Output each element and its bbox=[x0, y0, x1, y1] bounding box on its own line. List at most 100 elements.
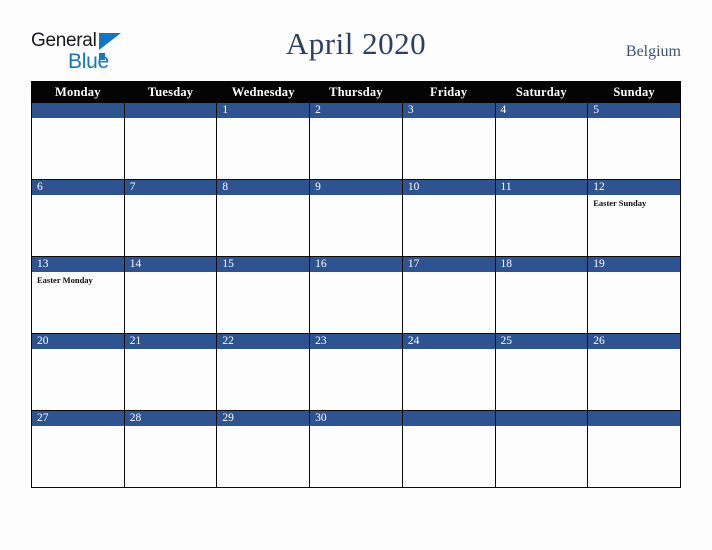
calendar-day-cell[interactable]: 16 bbox=[309, 256, 403, 334]
calendar-day-cell[interactable]: 20 bbox=[31, 333, 125, 411]
calendar-day-cell[interactable]: 23 bbox=[309, 333, 403, 411]
day-number bbox=[588, 411, 680, 426]
day-body[interactable] bbox=[125, 118, 217, 179]
calendar-day-cell[interactable]: 3 bbox=[401, 102, 496, 180]
calendar-day-cell[interactable] bbox=[401, 410, 496, 488]
day-body[interactable] bbox=[217, 118, 309, 179]
day-body[interactable] bbox=[588, 426, 680, 487]
day-number bbox=[402, 411, 495, 426]
day-body[interactable] bbox=[125, 426, 217, 487]
day-number: 3 bbox=[402, 103, 495, 118]
day-body[interactable] bbox=[217, 272, 309, 333]
day-number: 8 bbox=[217, 180, 310, 195]
calendar-week-row: 1 2 3 4 5 bbox=[31, 102, 681, 180]
calendar-day-cell[interactable]: 12 Easter Sunday bbox=[587, 179, 681, 257]
calendar-day-cell[interactable]: 10 bbox=[401, 179, 496, 257]
day-number: 7 bbox=[124, 180, 217, 195]
day-body[interactable] bbox=[32, 349, 124, 410]
day-body[interactable] bbox=[32, 426, 124, 487]
day-number: 11 bbox=[495, 180, 588, 195]
day-number: 17 bbox=[402, 257, 495, 272]
day-body[interactable]: Easter Sunday bbox=[588, 195, 680, 256]
calendar-day-cell[interactable]: 11 bbox=[494, 179, 589, 257]
calendar-day-cell[interactable]: 4 bbox=[494, 102, 589, 180]
calendar-day-cell[interactable]: 6 bbox=[31, 179, 125, 257]
day-body[interactable] bbox=[588, 272, 680, 333]
day-body[interactable] bbox=[403, 195, 495, 256]
calendar-day-cell[interactable]: 18 bbox=[494, 256, 589, 334]
calendar-day-cell[interactable]: 2 bbox=[309, 102, 403, 180]
calendar-day-cell[interactable]: 1 bbox=[216, 102, 311, 180]
day-body[interactable] bbox=[403, 272, 495, 333]
day-body[interactable]: Easter Monday bbox=[32, 272, 124, 333]
day-number: 21 bbox=[124, 334, 217, 349]
weekday-header-saturday: Saturday bbox=[494, 81, 589, 103]
day-number: 16 bbox=[310, 257, 402, 272]
day-body[interactable] bbox=[125, 349, 217, 410]
day-body[interactable] bbox=[310, 195, 402, 256]
calendar-day-cell[interactable]: 30 bbox=[309, 410, 403, 488]
calendar-day-cell[interactable]: 22 bbox=[216, 333, 311, 411]
day-body[interactable] bbox=[125, 272, 217, 333]
calendar-day-cell[interactable] bbox=[587, 410, 681, 488]
day-number bbox=[495, 411, 588, 426]
day-number: 29 bbox=[217, 411, 310, 426]
calendar-day-cell[interactable]: 13 Easter Monday bbox=[31, 256, 125, 334]
calendar-day-cell[interactable]: 17 bbox=[401, 256, 496, 334]
day-body[interactable] bbox=[310, 272, 402, 333]
day-body[interactable] bbox=[496, 118, 588, 179]
calendar-week-row: 27 28 29 30 bbox=[31, 410, 681, 488]
calendar-day-cell[interactable]: 26 bbox=[587, 333, 681, 411]
day-body[interactable] bbox=[217, 426, 309, 487]
calendar-day-cell[interactable]: 25 bbox=[494, 333, 589, 411]
day-number: 28 bbox=[124, 411, 217, 426]
calendar-day-cell[interactable]: 15 bbox=[216, 256, 311, 334]
calendar-day-cell[interactable]: 7 bbox=[123, 179, 218, 257]
calendar-day-cell[interactable]: 27 bbox=[31, 410, 125, 488]
calendar-body: 1 2 3 4 5 6 7 8 9 10 11 12 Easter Sunday … bbox=[31, 102, 681, 488]
calendar-day-cell[interactable]: 21 bbox=[123, 333, 218, 411]
calendar-day-cell[interactable]: 8 bbox=[216, 179, 311, 257]
day-number: 30 bbox=[310, 411, 402, 426]
day-number: 24 bbox=[402, 334, 495, 349]
calendar-day-cell[interactable]: 29 bbox=[216, 410, 311, 488]
calendar-day-cell[interactable] bbox=[31, 102, 125, 180]
calendar-day-cell[interactable]: 28 bbox=[123, 410, 218, 488]
calendar-day-cell[interactable]: 9 bbox=[309, 179, 403, 257]
day-body[interactable] bbox=[496, 426, 588, 487]
day-body[interactable] bbox=[588, 118, 680, 179]
day-number: 23 bbox=[310, 334, 402, 349]
calendar-day-cell[interactable]: 19 bbox=[587, 256, 681, 334]
calendar-day-cell[interactable] bbox=[494, 410, 589, 488]
weekday-header-thursday: Thursday bbox=[309, 81, 403, 103]
calendar-week-row: 6 7 8 9 10 11 12 Easter Sunday bbox=[31, 179, 681, 257]
day-number: 2 bbox=[310, 103, 402, 118]
day-body[interactable] bbox=[310, 426, 402, 487]
day-body[interactable] bbox=[403, 349, 495, 410]
calendar-day-cell[interactable]: 24 bbox=[401, 333, 496, 411]
day-body[interactable] bbox=[32, 195, 124, 256]
day-body[interactable] bbox=[125, 195, 217, 256]
day-body[interactable] bbox=[32, 118, 124, 179]
day-body[interactable] bbox=[496, 195, 588, 256]
day-number: 5 bbox=[588, 103, 680, 118]
day-body[interactable] bbox=[403, 426, 495, 487]
page-title: April 2020 bbox=[285, 26, 427, 61]
calendar-week-row: 20 21 22 23 24 25 26 bbox=[31, 333, 681, 411]
day-event: Easter Monday bbox=[37, 275, 93, 285]
day-body[interactable] bbox=[588, 349, 680, 410]
day-body[interactable] bbox=[217, 349, 309, 410]
day-body[interactable] bbox=[496, 349, 588, 410]
weekday-header-row: Monday Tuesday Wednesday Thursday Friday… bbox=[31, 81, 681, 103]
day-body[interactable] bbox=[310, 349, 402, 410]
calendar-day-cell[interactable]: 5 bbox=[587, 102, 681, 180]
day-body[interactable] bbox=[496, 272, 588, 333]
day-number: 22 bbox=[217, 334, 310, 349]
day-number: 19 bbox=[588, 257, 680, 272]
calendar-day-cell[interactable]: 14 bbox=[123, 256, 218, 334]
day-body[interactable] bbox=[310, 118, 402, 179]
day-body[interactable] bbox=[403, 118, 495, 179]
day-body[interactable] bbox=[217, 195, 309, 256]
calendar-day-cell[interactable] bbox=[123, 102, 218, 180]
day-number: 4 bbox=[495, 103, 588, 118]
